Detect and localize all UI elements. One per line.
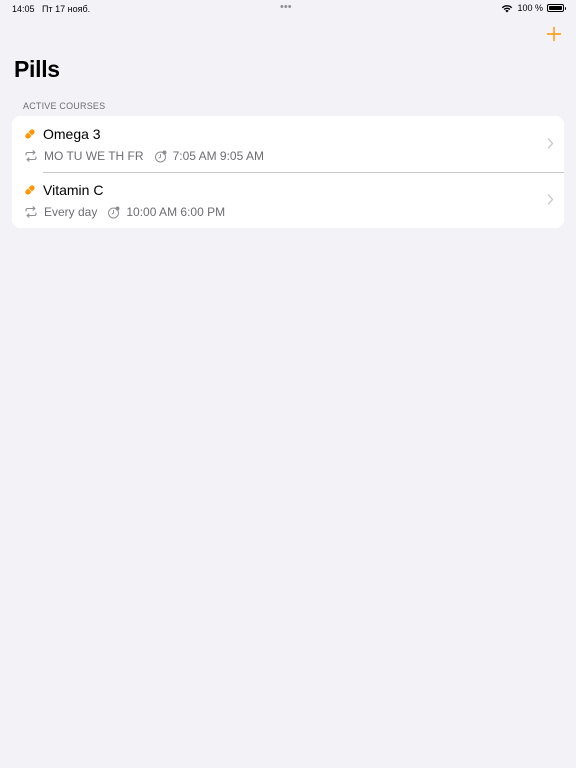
status-bar: 14:05 Пт 17 нояб. ••• 100 %	[0, 0, 576, 18]
course-schedule: MO TU WE TH FR	[44, 149, 144, 163]
course-details: Every day 10:00 AM 6:00 PM	[24, 205, 225, 219]
course-name: Omega 3	[43, 126, 101, 142]
pill-icon	[25, 185, 35, 195]
course-row-vitamin-c[interactable]: Vitamin C Every day 10:00 AM 6:00 PM	[12, 172, 564, 228]
alarm-clock-icon	[108, 206, 120, 218]
course-times: 10:00 AM 6:00 PM	[126, 205, 226, 219]
course-row-omega-3[interactable]: Omega 3 MO TU WE TH FR 7:05 AM 9:05 AM	[12, 116, 564, 172]
course-schedule: Every day	[44, 205, 98, 219]
pill-icon	[25, 129, 35, 139]
course-times: 7:05 AM 9:05 AM	[172, 149, 264, 163]
section-header-active-courses: ACTIVE COURSES	[23, 101, 106, 111]
repeat-icon	[25, 206, 37, 218]
battery-icon	[547, 4, 566, 12]
battery-percent: 100 %	[517, 3, 543, 13]
wifi-icon	[502, 4, 513, 12]
alarm-clock-icon	[154, 150, 167, 162]
status-date: Пт 17 нояб.	[42, 4, 91, 14]
chevron-right-icon	[547, 194, 554, 205]
status-time: 14:05	[12, 4, 35, 14]
battery-fill	[549, 6, 562, 10]
active-courses-list: Omega 3 MO TU WE TH FR 7:05 AM 9:05 AM V…	[12, 116, 564, 228]
chevron-right-icon	[547, 138, 554, 149]
status-indicators: 100 %	[501, 3, 566, 13]
page-title: Pills	[14, 56, 60, 82]
course-details: MO TU WE TH FR 7:05 AM 9:05 AM	[24, 149, 264, 163]
multitask-dots-icon[interactable]: •••	[280, 1, 292, 13]
course-name: Vitamin C	[43, 182, 104, 198]
repeat-icon	[25, 150, 37, 162]
add-course-button[interactable]	[546, 26, 562, 42]
